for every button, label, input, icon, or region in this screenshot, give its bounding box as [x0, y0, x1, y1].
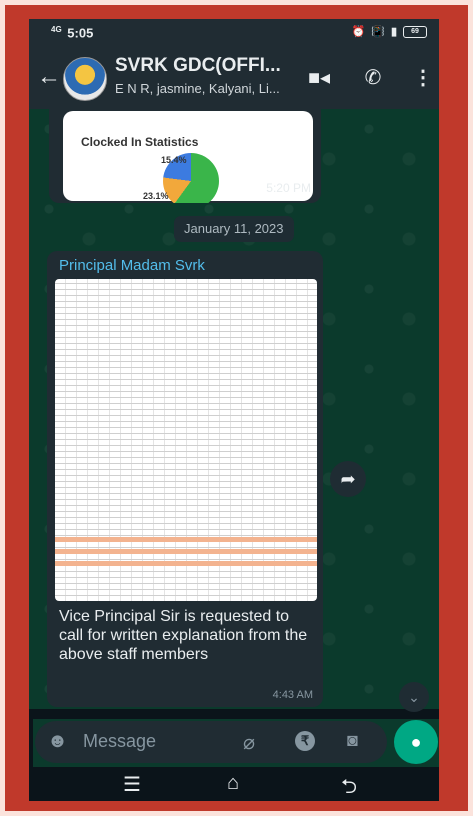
- arrow-left-icon[interactable]: ←: [37, 63, 61, 91]
- emoji-icon[interactable]: ☻: [47, 730, 68, 753]
- battery-icon: 69: [403, 25, 427, 38]
- sender-name[interactable]: Principal Madam Svrk: [59, 257, 205, 274]
- pie-label-2: 23.1%: [143, 191, 169, 201]
- group-avatar[interactable]: [63, 57, 107, 101]
- message-placeholder[interactable]: Message: [83, 731, 156, 752]
- status-bar: 4G 5:05 ⏰ 📳 ▮ 69: [29, 19, 439, 47]
- more-vert-icon[interactable]: ⋮: [411, 65, 435, 89]
- chevron-down-icon[interactable]: ⌄: [399, 682, 429, 712]
- message-time: 4:43 AM: [272, 689, 313, 701]
- message-input[interactable]: ☻ Message ⌀ ₹ ◙: [35, 721, 387, 763]
- rupee-icon[interactable]: ₹: [295, 731, 315, 751]
- message-caption: Vice Principal Sir is requested to call …: [59, 608, 308, 663]
- status-right: ⏰ 📳 ▮ 69: [352, 25, 427, 38]
- highlighted-row: [55, 537, 317, 542]
- camera-icon[interactable]: ◙: [347, 730, 358, 751]
- system-nav-bar: ☰ ⌂ ⮌: [29, 769, 439, 801]
- signal-icon: ▮: [390, 26, 397, 38]
- forward-icon[interactable]: ➦: [330, 461, 366, 497]
- network-indicator: 4G: [51, 25, 62, 34]
- image-message[interactable]: Clocked In Statistics 15.4% 23.1% 5:20 P…: [49, 109, 321, 203]
- chat-title[interactable]: SVRK GDC(OFFI...: [115, 55, 281, 77]
- highlighted-row: [55, 561, 317, 566]
- vibrate-icon: 📳: [371, 26, 385, 38]
- status-time: 5:05: [67, 25, 94, 41]
- chat-header[interactable]: ← SVRK GDC(OFFI... E N R, jasmine, Kalya…: [29, 47, 439, 109]
- message-bubble[interactable]: Principal Madam Svrk Vice Principal Sir …: [47, 251, 323, 707]
- image-title: Clocked In Statistics: [81, 135, 199, 149]
- mic-icon[interactable]: ●: [394, 720, 438, 764]
- status-left: 4G 5:05: [51, 25, 93, 40]
- phone-screen: 4G 5:05 ⏰ 📳 ▮ 69 ← SVRK GDC(OFFI... E N …: [29, 19, 439, 801]
- message-time: 5:20 PM: [266, 181, 311, 195]
- attendance-sheet-image[interactable]: [55, 279, 317, 601]
- chat-members[interactable]: E N R, jasmine, Kalyani, Li...: [115, 81, 280, 96]
- video-call-icon[interactable]: ■◂: [307, 65, 331, 89]
- chat-area[interactable]: Clocked In Statistics 15.4% 23.1% 5:20 P…: [29, 109, 439, 709]
- pie-label-1: 15.4%: [161, 155, 187, 165]
- phone-icon[interactable]: ✆: [361, 65, 385, 89]
- composer-bar: ☻ Message ⌀ ₹ ◙ ●: [33, 719, 439, 767]
- attach-icon[interactable]: ⌀: [243, 730, 255, 755]
- date-chip: January 11, 2023: [174, 216, 294, 242]
- alarm-icon: ⏰: [351, 26, 366, 38]
- home-icon[interactable]: ⌂: [227, 772, 239, 795]
- highlighted-row: [55, 549, 317, 554]
- menu-icon[interactable]: ☰: [123, 772, 141, 797]
- back-icon[interactable]: ⮌: [341, 772, 357, 801]
